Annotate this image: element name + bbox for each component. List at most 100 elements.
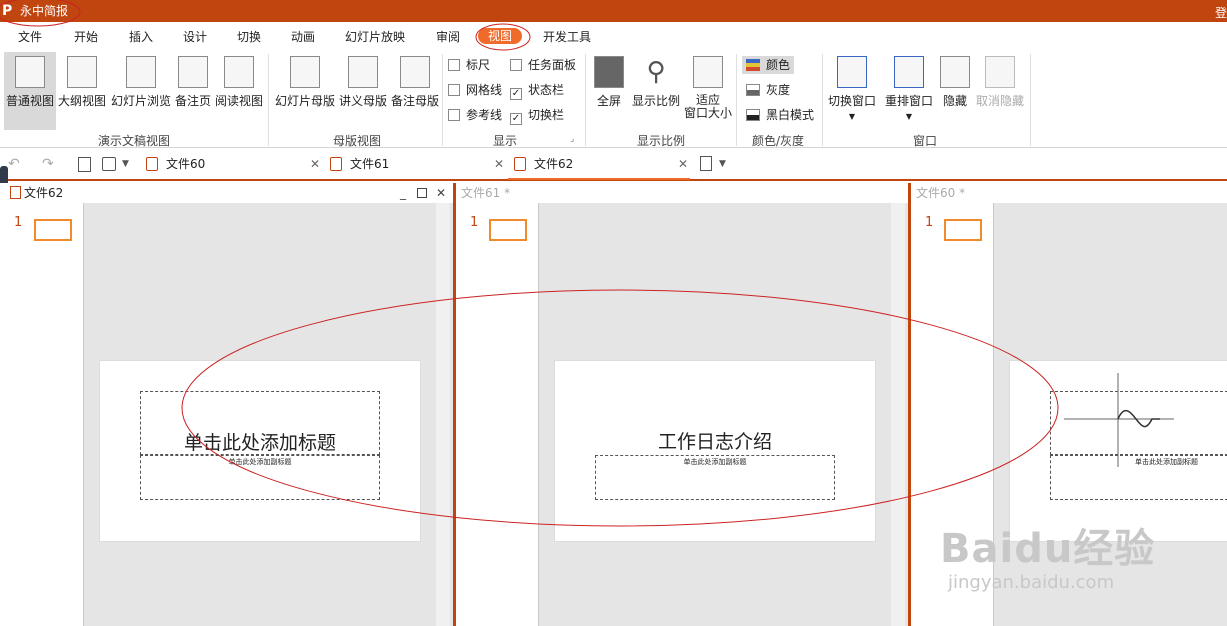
slide-canvas[interactable]: 工作日志介绍 单击此处添加副标题 [554, 360, 876, 542]
slide-thumbnail[interactable] [34, 219, 72, 241]
task-pane-label: 任务面板 [528, 58, 577, 72]
menu-design[interactable]: 设计 [183, 30, 207, 44]
close-icon[interactable]: ✕ [494, 149, 504, 180]
menu-insert[interactable]: 插入 [129, 30, 153, 44]
maximize-icon[interactable] [417, 188, 427, 198]
switch-window-label: 切换窗口 [827, 94, 876, 108]
window-group-label: 窗口 [913, 134, 938, 148]
pane-title: 文件60 * [916, 186, 966, 200]
fit-window-icon [693, 56, 723, 88]
menu-transition[interactable]: 切换 [237, 30, 261, 44]
zoom-group-label: 显示比例 [637, 134, 686, 148]
new-document-icon[interactable] [700, 156, 712, 171]
close-icon[interactable]: ✕ [310, 149, 320, 180]
slide-title: 工作日志介绍 [657, 431, 772, 453]
arrange-window-label: 重排窗口 [884, 94, 933, 108]
document-tab-bar: ↶ ↷ ▼ 文件60 ✕ 文件61 ✕ 文件62 ✕ ▼ [0, 149, 1227, 181]
reading-view-button[interactable]: 阅读视图 [213, 56, 265, 108]
tab-bar-checkbox[interactable]: ✓ 切换栏 [510, 108, 564, 125]
menu-home[interactable]: 开始 [74, 30, 98, 44]
slide-master-icon [290, 56, 320, 88]
notes-master-button[interactable]: 备注母版 [389, 56, 441, 108]
checkbox-box [510, 59, 522, 71]
login-text[interactable]: 登 [1215, 4, 1227, 21]
subtitle-placeholder[interactable]: 单击此处添加副标题 [140, 455, 380, 500]
vertical-scrollbar[interactable] [436, 203, 450, 626]
close-icon[interactable]: ✕ [436, 183, 446, 203]
fit-window-button[interactable]: 适应 窗口大小 [684, 56, 732, 120]
preview-icon[interactable] [78, 157, 91, 172]
ribbon-view: 普通视图 大纲视图 幻灯片浏览 备注页 阅读视图 演示文稿视图 幻灯片母版 讲义… [0, 50, 1227, 148]
fullscreen-button[interactable]: 全屏 [592, 56, 626, 108]
outline-view-button[interactable]: 大纲视图 [56, 56, 108, 108]
vertical-scrollbar[interactable] [891, 203, 905, 626]
slide-number: 1 [925, 215, 934, 230]
hide-window-button[interactable]: 隐藏 [939, 56, 971, 108]
notes-page-button[interactable]: 备注页 [173, 56, 213, 108]
tab-bar-label: 切换栏 [528, 108, 565, 122]
unhide-label: 取消隐藏 [975, 94, 1024, 108]
pane-header: 文件61 * [456, 183, 908, 203]
menu-review[interactable]: 审阅 [436, 30, 460, 44]
master-views-group-label: 母版视图 [333, 134, 382, 148]
checkbox-box [448, 109, 460, 121]
slide-sorter-icon [126, 56, 156, 88]
minimize-icon[interactable]: _ [400, 183, 406, 203]
document-pane-file61: 文件61 * 1 工作日志介绍 单击此处添加副标题 [456, 183, 908, 626]
divider [1030, 54, 1031, 146]
switch-window-button[interactable]: 切换窗口 ▼ [826, 56, 878, 124]
slide-number: 1 [14, 215, 23, 230]
color-group-label: 颜色/灰度 [752, 134, 805, 148]
subtitle-placeholder[interactable]: 单击此处添加副标题 [595, 455, 835, 500]
slide-sorter-button[interactable]: 幻灯片浏览 [109, 56, 173, 108]
tab-file62[interactable]: 文件62 ✕ [508, 149, 690, 180]
tab-file61[interactable]: 文件61 ✕ [330, 149, 508, 180]
close-icon[interactable]: ✕ [678, 149, 688, 180]
black-white-label: 黑白模式 [766, 108, 815, 122]
ruler-checkbox[interactable]: 标尺 [448, 58, 490, 72]
notes-master-icon [400, 56, 430, 88]
task-pane-checkbox[interactable]: 任务面板 [510, 58, 576, 72]
gridlines-checkbox[interactable]: 网格线 [448, 83, 502, 97]
save-icon[interactable] [102, 157, 116, 171]
divider [442, 54, 443, 146]
slide-thumbnail[interactable] [944, 219, 982, 241]
menu-view[interactable]: 视图 [478, 28, 523, 44]
tab-file60[interactable]: 文件60 ✕ [146, 149, 324, 180]
slide-canvas[interactable]: 单击此处添加副标题 [1009, 360, 1227, 542]
color-icon [746, 59, 760, 71]
handout-master-icon [348, 56, 378, 88]
tab-label: 文件60 [166, 157, 206, 171]
notes-page-label: 备注页 [174, 94, 211, 108]
slide-master-button[interactable]: 幻灯片母版 [273, 56, 337, 108]
customize-arrow-icon[interactable]: ▼ [122, 159, 129, 169]
menu-animation[interactable]: 动画 [291, 30, 315, 44]
guides-checkbox[interactable]: 参考线 [448, 108, 502, 122]
undo-icon[interactable]: ↶ [8, 156, 20, 172]
handout-master-button[interactable]: 讲义母版 [337, 56, 389, 108]
dialog-launcher-icon[interactable]: ⌟ [570, 134, 574, 144]
menu-file[interactable]: 文件 [18, 30, 42, 44]
menu-slideshow[interactable]: 幻灯片放映 [345, 30, 405, 44]
redo-icon[interactable]: ↷ [42, 156, 54, 172]
arrange-window-button[interactable]: 重排窗口 ▼ [882, 56, 936, 124]
slide-sorter-label: 幻灯片浏览 [110, 94, 171, 108]
status-bar-checkbox[interactable]: ✓ 状态栏 [510, 83, 564, 100]
pane-header: 文件60 * [911, 183, 1227, 203]
thumbnail-panel: 1 [0, 203, 84, 626]
watermark-brand: Baidu经验 [940, 526, 1156, 572]
grayscale-button[interactable]: 灰度 [746, 83, 790, 97]
unhide-window-button[interactable]: 取消隐藏 [974, 56, 1026, 108]
dropdown-arrow-icon[interactable]: ▼ [719, 159, 726, 169]
zoom-button[interactable]: ⚲ 显示比例 [630, 56, 682, 108]
menu-developer[interactable]: 开发工具 [543, 30, 591, 44]
title-placeholder[interactable] [1050, 391, 1227, 455]
title-placeholder[interactable]: 单击此处添加标题 [140, 391, 380, 455]
slide-thumbnail[interactable] [489, 219, 527, 241]
color-mode-button[interactable]: 颜色 [742, 56, 795, 74]
normal-view-button[interactable]: 普通视图 [4, 52, 56, 130]
black-white-button[interactable]: 黑白模式 [746, 108, 814, 122]
subtitle-placeholder[interactable]: 单击此处添加副标题 [1050, 455, 1227, 500]
slide-canvas[interactable]: 单击此处添加标题 单击此处添加副标题 [99, 360, 421, 542]
pane-title: 文件62 [24, 186, 64, 200]
